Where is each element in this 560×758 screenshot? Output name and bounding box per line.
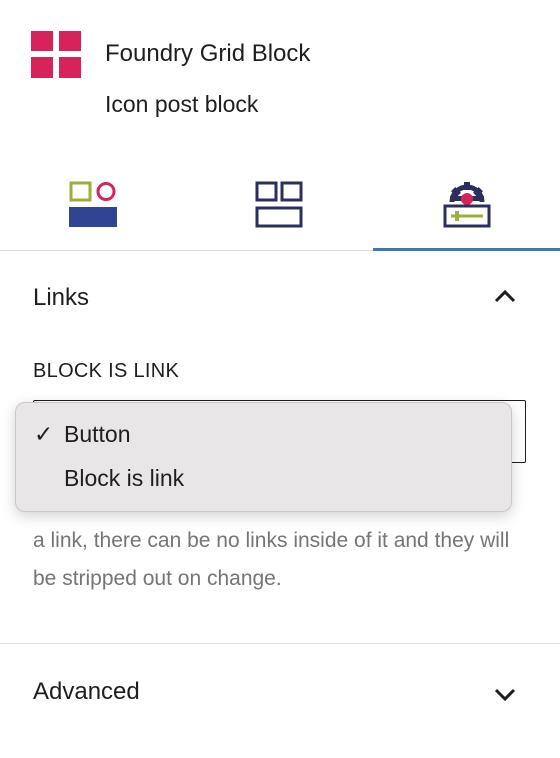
block-header: Foundry Grid Block Icon post block	[0, 0, 560, 150]
block-title: Foundry Grid Block	[105, 40, 311, 67]
grid-block-icon	[31, 31, 81, 78]
links-panel-title: Links	[33, 284, 90, 311]
advanced-panel-title: Advanced	[33, 678, 140, 705]
chevron-down-icon	[494, 688, 516, 702]
select-dropdown-menu: ✓ Button Block is link	[15, 402, 512, 512]
layout-icon	[255, 181, 303, 228]
advanced-panel-toggle[interactable]: Advanced	[0, 644, 560, 740]
option-block-is-link[interactable]: Block is link	[16, 459, 511, 501]
settings-tab[interactable]	[373, 160, 560, 251]
option-button[interactable]: ✓ Button	[16, 415, 511, 457]
help-text: a link, there can be no links inside of …	[33, 529, 510, 590]
styles-icon	[69, 181, 117, 227]
settings-icon	[443, 182, 490, 228]
links-panel-toggle[interactable]: Links	[0, 251, 560, 347]
block-is-link-label: BLOCK IS LINK	[33, 360, 180, 382]
block-description: Icon post block	[105, 91, 259, 117]
option-label: Block is link	[64, 465, 185, 491]
inspector-tabs	[0, 160, 560, 251]
checkmark-icon: ✓	[34, 421, 54, 447]
chevron-up-icon	[494, 289, 516, 303]
layout-tab[interactable]	[186, 160, 372, 250]
option-label: Button	[64, 421, 131, 447]
styles-tab[interactable]	[0, 160, 186, 250]
